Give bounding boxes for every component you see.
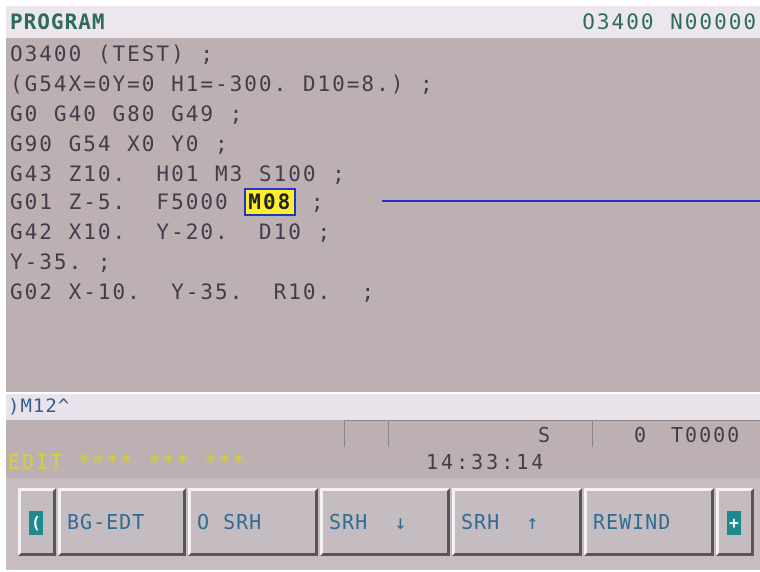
program-line: G90 G54 X0 Y0 ; <box>10 132 230 156</box>
program-line: O3400 (TEST) ; <box>10 42 216 66</box>
program-line: G02 X-10. Y-35. R10. ; <box>10 280 377 304</box>
status-area: S 0 T0000 EDIT **** *** *** 14:33:14 <box>6 420 760 478</box>
softkey-prev[interactable]: ( <box>18 488 56 556</box>
mode-indicator: EDIT **** *** *** <box>8 450 247 474</box>
softkey-o-search[interactable]: O SRH <box>188 488 318 556</box>
program-number: O3400 <box>582 10 656 34</box>
edit-cursor[interactable]: M08 <box>244 188 297 216</box>
status-cell <box>388 420 593 447</box>
screen-title: PROGRAM <box>10 10 106 34</box>
cursor-indicator-line <box>382 200 760 202</box>
softkey-rewind[interactable]: REWIND <box>584 488 714 556</box>
softkey-next[interactable]: + <box>716 488 754 556</box>
program-line: Y-35. ; <box>10 250 113 274</box>
program-line: G0 G40 G80 G49 ; <box>10 102 245 126</box>
softkey-bar: ( BG-EDT O SRH SRH ↓ SRH ↑ REWIND + <box>6 478 760 570</box>
program-line: (G54X=0Y=0 H1=-300. D10=8.) ; <box>10 72 435 96</box>
softkey-bg-edit[interactable]: BG-EDT <box>58 488 186 556</box>
program-sequence-number: O3400 N00000 <box>582 10 758 34</box>
left-bracket-icon: ( <box>29 511 43 535</box>
program-line-text: G01 Z-5. F5000 <box>10 190 245 214</box>
program-line: G42 X10. Y-20. D10 ; <box>10 220 333 244</box>
softkey-search-down[interactable]: SRH ↓ <box>320 488 450 556</box>
softkey-search-up[interactable]: SRH ↑ <box>452 488 582 556</box>
input-buffer-text: )M12^ <box>8 395 71 417</box>
sequence-number: N00000 <box>670 10 758 34</box>
title-bar: PROGRAM O3400 N00000 <box>6 6 760 38</box>
clock: 14:33:14 <box>426 450 547 474</box>
key-input-buffer[interactable]: )M12^ <box>6 394 760 420</box>
status-cell <box>592 420 760 447</box>
plus-icon: + <box>727 511 741 535</box>
program-line-end: ; <box>296 190 326 214</box>
program-line: G43 Z10. H01 M3 S100 ; <box>10 162 347 186</box>
program-line-current: G01 Z-5. F5000 M08 ; <box>10 188 326 216</box>
status-cell <box>344 420 389 447</box>
program-listing[interactable]: O3400 (TEST) ; (G54X=0Y=0 H1=-300. D10=8… <box>6 38 760 392</box>
